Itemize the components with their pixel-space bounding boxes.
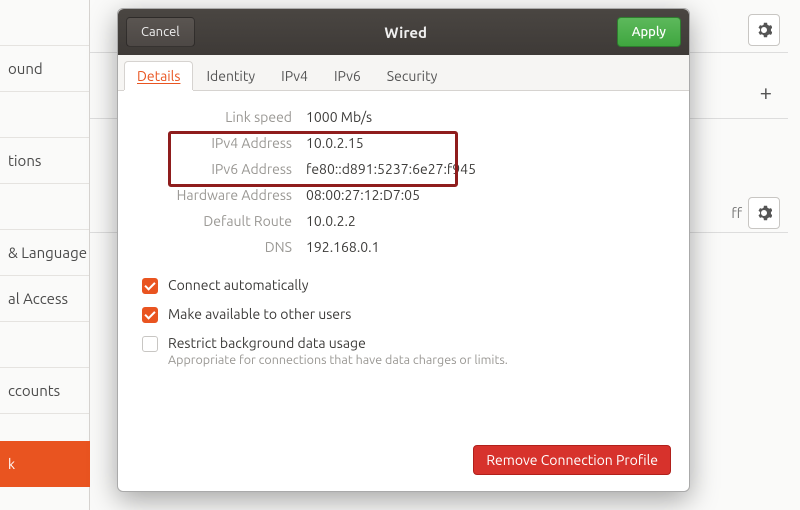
toggle-off-label: ff	[731, 205, 742, 221]
sidebar-item[interactable]	[0, 0, 89, 46]
remove-profile-button[interactable]: Remove Connection Profile	[473, 445, 671, 475]
details-grid: Link speed 1000 Mb/s IPv4 Address 10.0.2…	[142, 109, 665, 255]
value-route: 10.0.2.2	[306, 213, 665, 229]
connection-dialog: Cancel Wired Apply Details Identity IPv4…	[117, 8, 690, 492]
sidebar-item[interactable]	[0, 322, 89, 368]
gear-icon[interactable]	[748, 197, 780, 229]
value-dns: 192.168.0.1	[306, 239, 665, 255]
label-ipv4: IPv4 Address	[142, 135, 292, 151]
sidebar-item[interactable]: ccounts	[0, 368, 89, 414]
options: Connect automatically Make available to …	[142, 277, 665, 367]
option-label: Restrict background data usage	[168, 335, 508, 351]
sidebar-item[interactable]	[0, 184, 89, 230]
sidebar-item[interactable]: & Language	[0, 230, 89, 276]
dialog-headerbar: Cancel Wired Apply	[118, 9, 689, 55]
option-label: Make available to other users	[168, 306, 351, 322]
sidebar-item[interactable]	[0, 92, 89, 138]
tab-identity[interactable]: Identity	[193, 61, 268, 90]
tab-security[interactable]: Security	[374, 61, 451, 90]
gear-icon[interactable]	[748, 14, 780, 46]
tab-details[interactable]: Details	[124, 61, 193, 90]
value-ipv6: fe80::d891:5237:6e27:f945	[306, 161, 665, 177]
sidebar-item[interactable]: tions	[0, 138, 89, 184]
sidebar-item[interactable]: ound	[0, 46, 89, 92]
label-dns: DNS	[142, 239, 292, 255]
value-hw: 08:00:27:12:D7:05	[306, 187, 665, 203]
tab-ipv6[interactable]: IPv6	[321, 61, 374, 90]
label-hw: Hardware Address	[142, 187, 292, 203]
plus-icon[interactable]: +	[760, 80, 772, 105]
option-connect-auto[interactable]: Connect automatically	[142, 277, 665, 294]
value-ipv4: 10.0.2.15	[306, 135, 665, 151]
sidebar-item-selected[interactable]: k	[0, 441, 90, 487]
checkbox-icon[interactable]	[142, 336, 158, 352]
tab-ipv4[interactable]: IPv4	[268, 61, 321, 90]
option-sublabel: Appropriate for connections that have da…	[168, 353, 508, 367]
value-link-speed: 1000 Mb/s	[306, 109, 665, 125]
option-label: Connect automatically	[168, 277, 308, 293]
apply-button[interactable]: Apply	[617, 17, 681, 47]
checkbox-icon[interactable]	[142, 278, 158, 294]
option-share[interactable]: Make available to other users	[142, 306, 665, 323]
label-link-speed: Link speed	[142, 109, 292, 125]
label-route: Default Route	[142, 213, 292, 229]
dialog-title: Wired	[384, 24, 427, 41]
cancel-button[interactable]: Cancel	[126, 17, 195, 47]
dialog-tabs: Details Identity IPv4 IPv6 Security	[118, 55, 689, 91]
settings-sidebar: ound tions & Language al Access ccounts …	[0, 0, 90, 510]
label-ipv6: IPv6 Address	[142, 161, 292, 177]
option-restrict[interactable]: Restrict background data usage Appropria…	[142, 335, 665, 367]
sidebar-item[interactable]: al Access	[0, 276, 89, 322]
checkbox-icon[interactable]	[142, 307, 158, 323]
tab-content-details: Link speed 1000 Mb/s IPv4 Address 10.0.2…	[118, 91, 689, 491]
